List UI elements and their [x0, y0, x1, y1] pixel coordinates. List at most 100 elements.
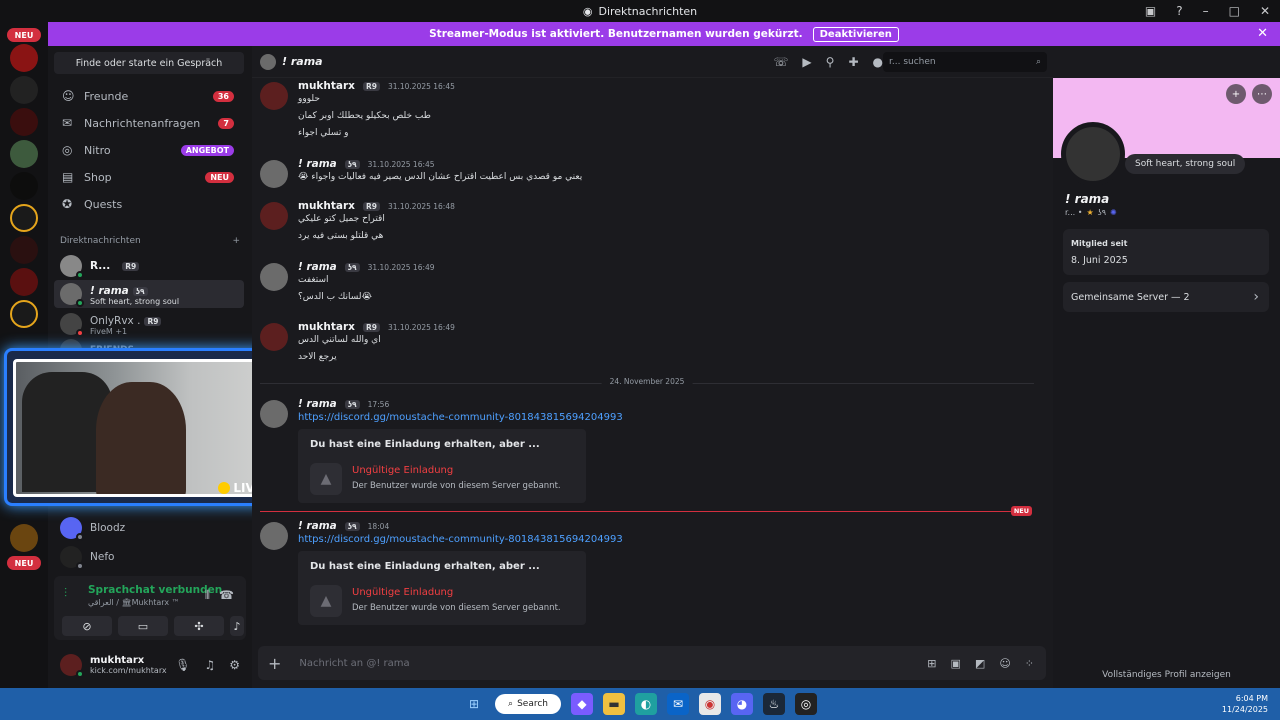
more-options-icon[interactable]: ⋯	[1252, 84, 1272, 104]
find-conversation-button[interactable]: Finde oder starte ein Gespräch	[54, 52, 244, 74]
copilot-icon[interactable]: ◆	[571, 693, 593, 715]
composer-placeholder: Nachricht an @! rama	[299, 657, 410, 669]
profile-tag: ʖ٩	[1097, 208, 1107, 217]
message-author[interactable]: ! rama	[298, 520, 337, 532]
dm-tag: R9	[144, 316, 162, 326]
steam-icon[interactable]: ♨	[763, 693, 785, 715]
search-icon: ⌕	[508, 699, 514, 709]
message[interactable]: ! rama ʖ٩ 31.10.2025 16:49 استغفت 😭لسانك ب…	[260, 261, 1040, 307]
message-author[interactable]: ! rama	[298, 158, 337, 170]
user-profile-icon[interactable]: ●	[873, 55, 883, 69]
message-composer[interactable]: + Nachricht an @! rama ⊞ ▣ ◩ ☺ ⁘	[258, 646, 1046, 680]
message[interactable]: ! rama ʖ٩ 31.10.2025 16:45 يعني مو قصدي بس…	[260, 158, 1040, 188]
deactivate-button[interactable]: Deaktivieren	[812, 26, 899, 42]
message[interactable]: ! rama ʖ٩ 18:04 https://discord.gg/moustac…	[260, 520, 1040, 630]
mutual-servers-card[interactable]: Gemeinsame Server — 2 ›	[1063, 282, 1269, 312]
message-author[interactable]: mukhtarx	[298, 321, 355, 333]
neu-badge: NEU	[7, 28, 41, 42]
message-author[interactable]: mukhtarx	[298, 80, 355, 92]
call-icon[interactable]: ☏	[773, 55, 788, 69]
server-icon[interactable]	[10, 268, 38, 296]
message[interactable]: mukhtarx R9 31.10.2025 16:49 اي والله لسات…	[260, 321, 1040, 367]
add-friends-icon[interactable]: ✚	[848, 55, 858, 69]
soundboard-button[interactable]: ♪	[230, 616, 244, 636]
profile-avatar[interactable]	[1061, 122, 1125, 186]
invite-link[interactable]: https://discord.gg/moustache-community-8…	[298, 534, 623, 545]
quests-icon: ✪	[62, 197, 73, 211]
screen-share-icon: ▭	[137, 619, 149, 633]
voice-status[interactable]: Sprachchat verbunden	[88, 584, 222, 596]
server-icon[interactable]	[10, 300, 38, 328]
emoji-icon[interactable]: ☺	[999, 657, 1010, 670]
server-icon[interactable]	[10, 204, 38, 232]
server-icon[interactable]	[10, 172, 38, 200]
server-icon[interactable]	[10, 236, 38, 264]
inbox-icon[interactable]: ▣	[1145, 4, 1156, 18]
dm-item[interactable]: Nefo	[54, 543, 244, 571]
chat-recipient-name[interactable]: ! rama	[282, 55, 323, 68]
server-icon[interactable]	[10, 140, 38, 168]
message-author[interactable]: ! rama	[298, 261, 337, 273]
message-author[interactable]: mukhtarx	[298, 200, 355, 212]
nav-quests[interactable]: ✪ Quests	[54, 192, 244, 216]
server-icon[interactable]	[10, 108, 38, 136]
nav-label: Nitro	[84, 143, 111, 157]
minimize-icon[interactable]: –	[1203, 4, 1209, 18]
dm-item[interactable]: R... R9	[54, 252, 244, 280]
file-explorer-icon[interactable]: ▬	[603, 693, 625, 715]
nav-shop[interactable]: ▤ Shop NEU	[54, 165, 244, 189]
taskbar-search[interactable]: ⌕ Search	[495, 694, 561, 714]
maximize-icon[interactable]: □	[1229, 4, 1240, 18]
dm-item-selected[interactable]: ! rama ʖ٩ Soft heart, strong soul	[54, 280, 244, 308]
obs-icon[interactable]: ◎	[795, 693, 817, 715]
sticker-icon[interactable]: ◩	[975, 657, 985, 670]
search-input[interactable]: r... suchen ⌕	[883, 52, 1047, 72]
user-panel[interactable]: mukhtarx kick.com/mukhtarx 🎙 ♫ ⚙	[54, 648, 246, 682]
server-icon[interactable]	[10, 44, 38, 72]
new-badge: NEU	[1010, 506, 1032, 516]
server-icon[interactable]	[10, 524, 38, 552]
headphones-icon[interactable]: ♫	[204, 658, 215, 672]
invite-link[interactable]: https://discord.gg/moustache-community-8…	[298, 412, 623, 423]
nav-nitro[interactable]: ◎ Nitro ANGEBOT	[54, 138, 244, 162]
message[interactable]: ! rama ʖ٩ 17:56 https://discord.gg/moustac…	[260, 398, 1040, 508]
video-call-icon[interactable]: ▶	[802, 55, 811, 69]
activities-button[interactable]: ✣	[174, 616, 224, 636]
message-text: يعني مو قصدي بس اعطيت اقتراح عشان الدس ي…	[298, 172, 583, 182]
chrome-icon[interactable]: ◉	[699, 693, 721, 715]
system-clock[interactable]: 6:04 PM 11/24/2025	[1222, 693, 1268, 715]
dm-item[interactable]: OnlyRvx . R9 FiveM +1	[54, 310, 244, 338]
mic-icon[interactable]: 🎙	[175, 658, 190, 672]
windows-start-icon[interactable]: ⊞	[463, 693, 485, 715]
outlook-icon[interactable]: ✉	[667, 693, 689, 715]
invite-embed: Du hast eine Einladung erhalten, aber ..…	[298, 551, 586, 625]
add-dm-icon[interactable]: +	[232, 236, 240, 246]
camera-button[interactable]: ⊘	[62, 616, 112, 636]
voice-channel[interactable]: العراقي / 🏛Mukhtarx ™	[88, 598, 180, 607]
discord-taskbar-icon[interactable]: ◕	[731, 693, 753, 715]
close-banner-icon[interactable]: ✕	[1257, 26, 1268, 41]
add-friend-icon[interactable]: +	[1226, 84, 1246, 104]
apps-icon[interactable]: ⁘	[1025, 657, 1034, 670]
server-icon[interactable]	[10, 76, 38, 104]
add-attachment-icon[interactable]: +	[268, 654, 281, 673]
kick-logo-icon	[218, 482, 231, 494]
noise-suppression-icon[interactable]: ⦀	[205, 588, 210, 603]
edge-icon[interactable]: ◐	[635, 693, 657, 715]
nav-message-requests[interactable]: ✉ Nachrichtenanfragen 7	[54, 111, 244, 135]
invite-status: Ungültige Einladung	[352, 587, 454, 598]
pin-icon[interactable]: ⚲	[826, 55, 835, 69]
nav-friends[interactable]: ☺ Freunde 36	[54, 84, 244, 108]
dm-item[interactable]: Bloodz	[54, 514, 244, 542]
disconnect-icon[interactable]: ☎	[219, 588, 234, 602]
message[interactable]: mukhtarx R9 31.10.2025 16:48 اقتراح جميل ك…	[260, 200, 1040, 246]
help-icon[interactable]: ?	[1176, 4, 1182, 18]
gift-icon[interactable]: ⊞	[927, 657, 936, 670]
close-window-icon[interactable]: ✕	[1260, 4, 1270, 18]
message-author[interactable]: ! rama	[298, 398, 337, 410]
gif-icon[interactable]: ▣	[951, 657, 961, 670]
full-profile-link[interactable]: Vollständiges Profil anzeigen	[1053, 670, 1280, 680]
settings-icon[interactable]: ⚙	[229, 658, 240, 672]
message[interactable]: mukhtarx R9 31.10.2025 16:45 حلووو طب خلص …	[260, 80, 1040, 142]
screen-share-button[interactable]: ▭	[118, 616, 168, 636]
